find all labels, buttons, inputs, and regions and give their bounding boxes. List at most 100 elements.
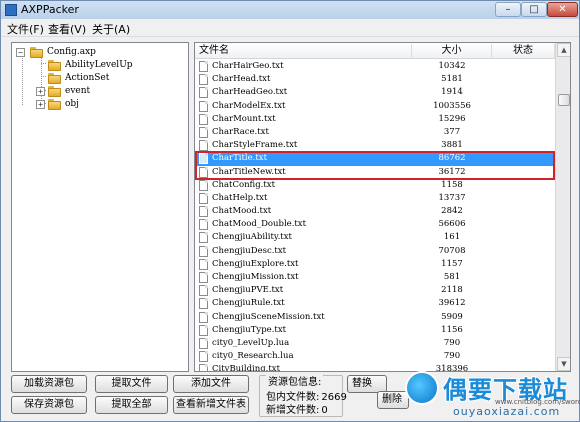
file-name-cell: ChengjiuRule.txt: [212, 298, 285, 309]
site-watermark: 偶要下载站 www.cnitblog.com/sword ouyaoxiazai…: [405, 367, 580, 421]
file-name-cell: ChengjiuMission.txt: [212, 272, 299, 282]
file-icon: [199, 219, 208, 231]
table-row[interactable]: ChengjiuDesc.txt 70708: [195, 245, 555, 258]
file-rows: CharHairGeo.txt 10342 CharHead.txt 5181 Char…: [195, 60, 555, 372]
file-size-cell: 790: [443, 351, 461, 362]
file-list[interactable]: 文件名 大小 状态 CharHairGeo.txt 10342 CharHead.t…: [194, 42, 571, 372]
save-package-button[interactable]: 保存资源包: [11, 396, 87, 414]
tree-item-obj[interactable]: + obj: [16, 98, 186, 112]
expand-icon[interactable]: +: [36, 87, 45, 96]
menu-bar: 文件(F) 查看(V) 关于(A): [1, 19, 579, 37]
file-size-cell: 2118: [441, 285, 463, 296]
file-icon: [199, 61, 208, 72]
new-count-value: 0: [321, 405, 328, 416]
file-size-cell: 56606: [438, 219, 466, 230]
file-name-cell: ChengjiuSceneMission.txt: [212, 311, 325, 322]
file-icon: [199, 337, 208, 349]
add-file-button[interactable]: 添加文件: [173, 375, 249, 393]
file-name-cell: ChatConfig.txt: [212, 179, 275, 190]
file-icon: [199, 87, 208, 99]
file-name-cell: CharRace.txt: [212, 126, 269, 137]
scroll-up-icon[interactable]: ▲: [557, 43, 570, 57]
table-row[interactable]: CharRace.txt 377: [195, 126, 555, 139]
table-row[interactable]: ChatMood_Double.txt 56606: [195, 218, 555, 231]
folder-icon: [30, 47, 43, 58]
file-name-cell: CityBuilding.txt: [212, 364, 280, 372]
file-size-cell: 5181: [441, 74, 463, 85]
extract-all-button[interactable]: 提取全部: [95, 396, 168, 414]
column-header-status[interactable]: 状态: [492, 44, 555, 59]
maximize-button[interactable]: □: [521, 2, 547, 17]
folder-tree[interactable]: − Config.axp AbilityLevelUp ActionSet + …: [11, 42, 189, 372]
table-row[interactable]: ChengjiuRule.txt 39612: [195, 297, 555, 310]
vertical-scrollbar[interactable]: ▲ ▼: [555, 43, 570, 371]
table-row[interactable]: CharMount.txt 15296: [195, 113, 555, 126]
file-name-cell: CharHead.txt: [212, 74, 271, 85]
extract-file-button[interactable]: 提取文件: [95, 375, 168, 393]
tree-item-abilitylevelup[interactable]: AbilityLevelUp: [16, 59, 186, 73]
title-bar[interactable]: AXPPacker – □ ✕: [1, 1, 579, 19]
file-name-cell: city0_LevelUp.lua: [212, 337, 290, 348]
scroll-thumb[interactable]: [558, 94, 570, 106]
table-row[interactable]: ChatConfig.txt 1158: [195, 179, 555, 192]
file-name-cell: ChengjiuExplore.txt: [212, 258, 299, 269]
table-row[interactable]: ChengjiuMission.txt 581: [195, 271, 555, 284]
file-size-cell: 2842: [441, 206, 463, 217]
view-new-files-button[interactable]: 查看新增文件表: [173, 396, 249, 414]
file-icon: [199, 311, 208, 323]
package-info-title: 资源包信息:: [266, 373, 324, 388]
column-header-name[interactable]: 文件名: [195, 44, 412, 59]
file-size-cell: 70708: [438, 245, 466, 256]
menu-view[interactable]: 查看(V): [48, 21, 86, 37]
minimize-button[interactable]: –: [495, 2, 521, 17]
folder-icon: [48, 60, 61, 71]
file-icon: [199, 74, 208, 86]
table-row[interactable]: CharModelEx.txt 1003556: [195, 100, 555, 113]
file-icon: [199, 113, 208, 125]
file-icon: [199, 364, 208, 371]
close-button[interactable]: ✕: [547, 2, 578, 17]
file-size-cell: 377: [443, 126, 461, 137]
expand-icon[interactable]: +: [36, 100, 45, 109]
table-row[interactable]: city0_LevelUp.lua 790: [195, 337, 555, 350]
file-name-cell: ChengjiuDesc.txt: [212, 245, 287, 256]
file-name-cell: CharHeadGeo.txt: [212, 87, 288, 98]
table-row[interactable]: ChatHelp.txt 13737: [195, 192, 555, 205]
table-row[interactable]: ChatMood.txt 2842: [195, 205, 555, 218]
file-name-cell: ChatMood.txt: [212, 206, 272, 217]
tree-item-event[interactable]: + event: [16, 85, 186, 99]
app-window: AXPPacker – □ ✕ 文件(F) 查看(V) 关于(A) − Conf…: [0, 0, 580, 422]
tree-item-label: AbilityLevelUp: [65, 60, 133, 70]
table-row[interactable]: ChengjiuExplore.txt 1157: [195, 258, 555, 271]
file-size-cell: 1003556: [433, 100, 471, 111]
menu-about[interactable]: 关于(A): [92, 21, 130, 37]
file-icon: [199, 100, 208, 112]
table-row[interactable]: ChengjiuSceneMission.txt 5909: [195, 311, 555, 324]
load-package-button[interactable]: 加载资源包: [11, 375, 87, 393]
menu-file[interactable]: 文件(F): [7, 21, 44, 37]
tree-item-label: event: [65, 86, 91, 96]
table-row[interactable]: ChengjiuAbility.txt 161: [195, 231, 555, 244]
table-row[interactable]: CharHairGeo.txt 10342: [195, 60, 555, 73]
table-row[interactable]: city0_Research.lua 790: [195, 350, 555, 363]
file-size-cell: 1156: [441, 324, 463, 335]
tree-item-actionset[interactable]: ActionSet: [16, 72, 186, 86]
file-size-cell: 3881: [441, 140, 463, 151]
table-row[interactable]: ChengjiuPVE.txt 2118: [195, 284, 555, 297]
file-name-cell: CharStyleFrame.txt: [212, 140, 298, 151]
table-row[interactable]: CharHeadGeo.txt 1914: [195, 86, 555, 99]
folder-icon: [48, 99, 61, 110]
tree-item-root[interactable]: − Config.axp: [16, 46, 186, 60]
table-row[interactable]: ChengjiuType.txt 1156: [195, 324, 555, 337]
file-size-cell: 13737: [438, 192, 466, 203]
table-row[interactable]: CharHead.txt 5181: [195, 73, 555, 86]
highlight-annotation: [195, 151, 555, 180]
file-icon: [199, 258, 208, 270]
file-icon: [199, 126, 208, 138]
column-header-size[interactable]: 大小: [412, 44, 492, 59]
collapse-icon[interactable]: −: [16, 48, 25, 57]
file-icon: [199, 272, 208, 283]
file-size-cell: 581: [443, 272, 461, 282]
file-icon: [199, 324, 208, 336]
file-name-cell: ChengjiuPVE.txt: [212, 285, 284, 296]
